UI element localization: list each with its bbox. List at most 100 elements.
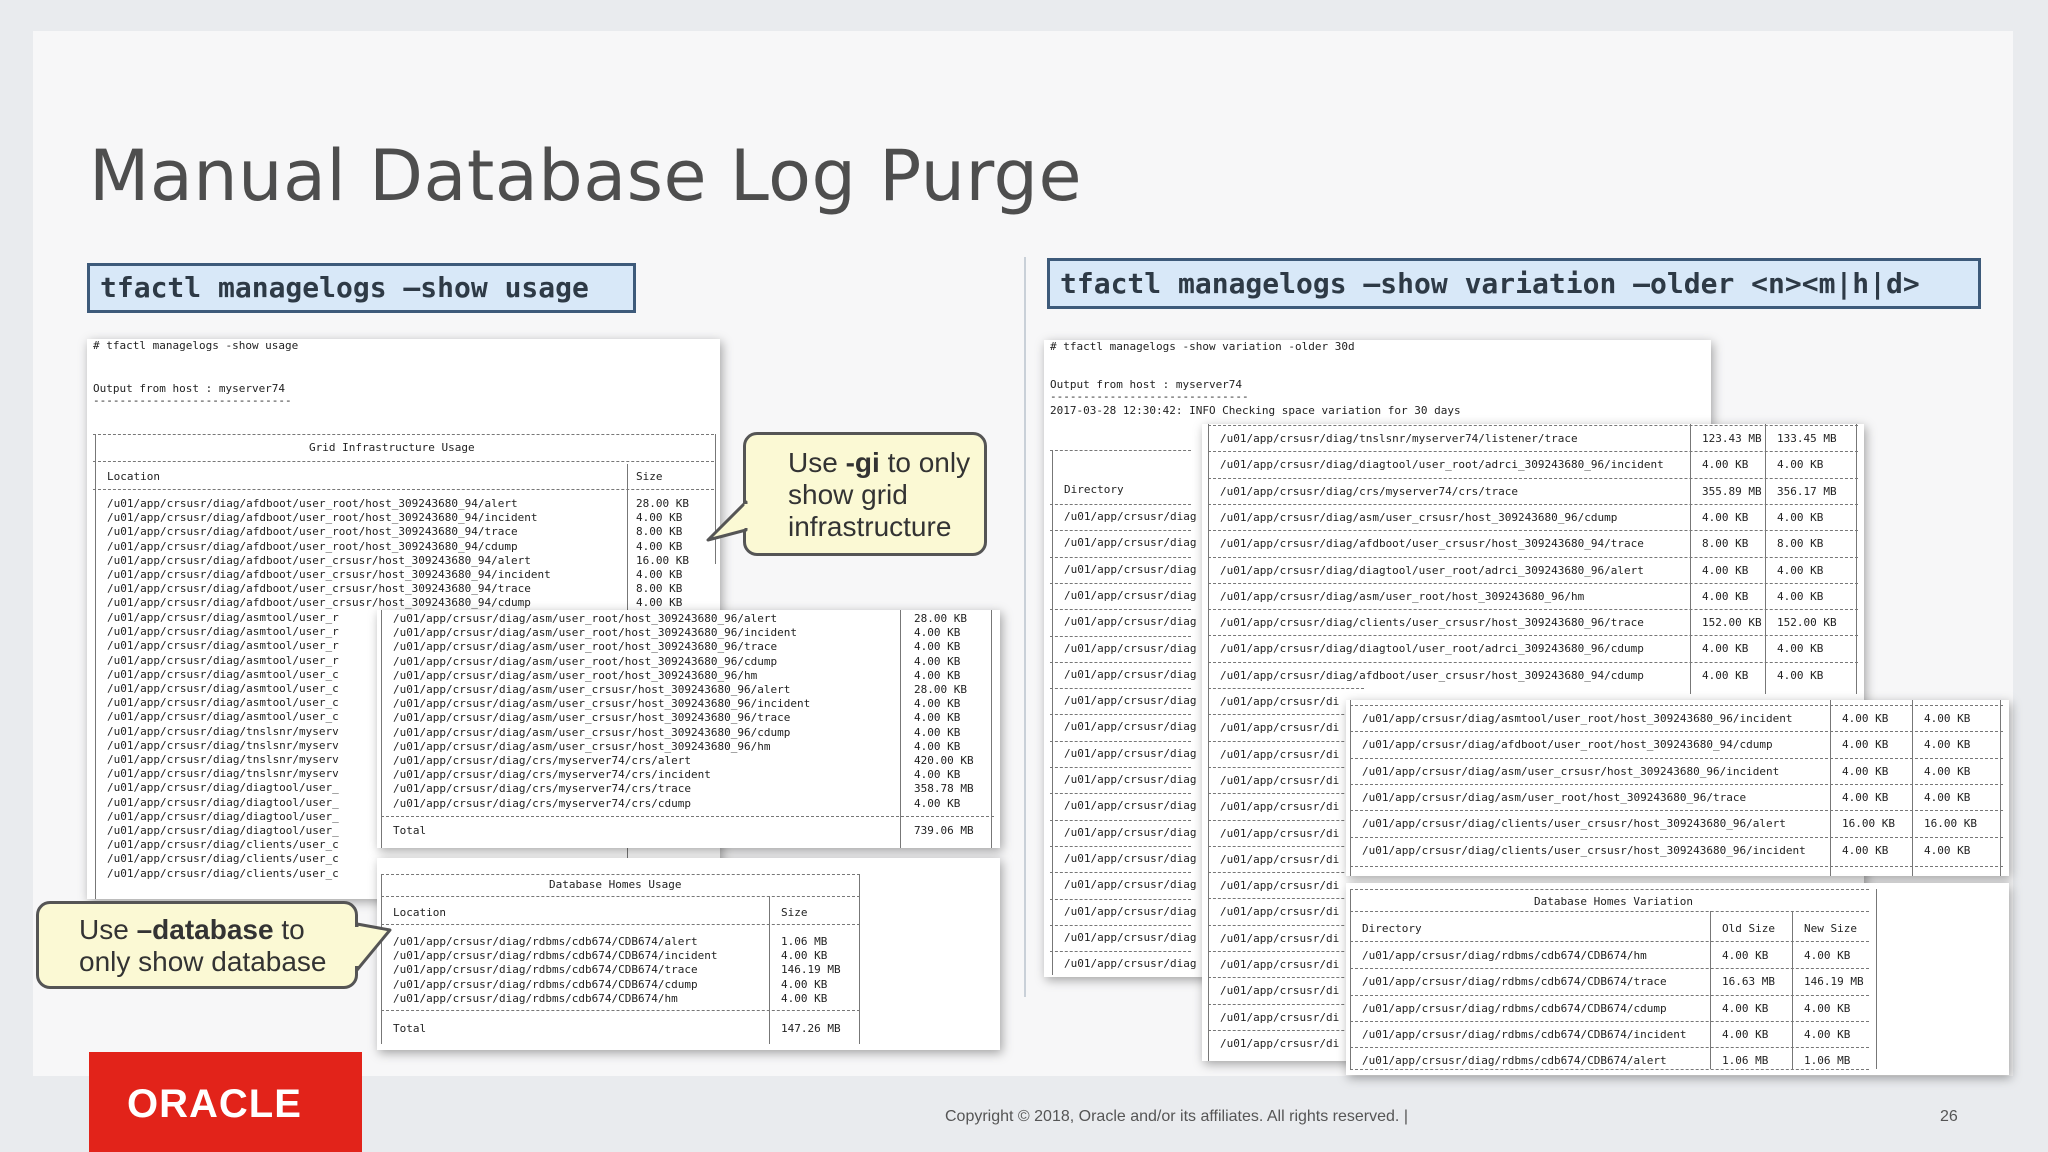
callout-gi-option: Use -gi to only show grid infrastructure [743,432,987,556]
table-rule [1208,582,1858,584]
column-location: Location [107,470,160,483]
table-row-path-truncated: /u01/app/crsusr/diag [1064,904,1197,918]
table-row-old-size: 4.00 KB [1702,563,1749,577]
table-row-old-size: 123.43 MB [1702,432,1762,445]
table-rule [1208,556,1858,558]
table-rule [1208,477,1858,479]
callout-db-flag: –database [136,914,274,945]
table-row-size: 4.00 KB [781,991,828,1005]
table-row-path: /u01/app/crsusr/diag/rdbms/cdb674/CDB674… [1362,1027,1687,1041]
table-row-path-truncated: /u01/app/crsusr/di [1220,879,1340,893]
table-row-path-truncated: /u01/app/crsusr/di [1220,1010,1340,1024]
table-rule [1350,941,1869,942]
table-column-separator [1830,700,1831,876]
table-row-path: /u01/app/crsusr/diag/afdboot/user_root/h… [107,525,518,539]
table-rule [1350,1020,1869,1022]
table-row-path: /u01/app/crsusr/diag/asm/user_crsusr/hos… [393,725,791,739]
table-row-size: 4.00 KB [914,640,961,654]
table-row-path: /u01/app/crsusr/diag/asm/user_crsusr/hos… [393,697,811,711]
table-row-new-size: 4.00 KB [1924,712,1971,725]
table-row-path: /u01/app/crsusr/diag/afdboot/user_root/h… [107,539,518,553]
total-label: Total [393,1022,427,1035]
table-rule [1208,924,1364,926]
table-rule [1050,924,1191,926]
table-column-separator [991,610,992,848]
table-row-path-truncated: /u01/app/crsusr/diag [1064,878,1197,892]
table-rule [1050,767,1191,768]
table-row-path-truncated: /u01/app/crsusr/di [1220,931,1340,945]
table-row-size: 4.00 KB [636,511,683,525]
table-column-separator [1690,424,1691,694]
table-row-new-size: 146.19 MB [1804,975,1864,989]
table-row-path-truncated: /u01/app/crsusr/di [1220,773,1340,787]
table-row-path-truncated: /u01/app/crsusr/di [1220,958,1340,971]
table-rule [1350,705,2003,706]
table-row-path: /u01/app/crsusr/diag/afdboot/user_crsusr… [1220,537,1644,551]
command-line: # tfactl managelogs -show variation -old… [1050,340,1355,353]
total-value: 147.26 MB [781,1022,841,1035]
table-row-path-truncated: /u01/app/crsusr/di [1220,852,1340,866]
callout-database-option: Use –database to only show database [36,901,358,989]
table-row-path-truncated: /u01/app/crsusr/diag/diagtool/user_ [107,824,339,837]
table-row-path: /u01/app/crsusr/diag/afdboot/user_crsusr… [107,596,531,610]
table-rule [1208,793,1364,795]
table-row-path: /u01/app/crsusr/diag/asm/user_crsusr/hos… [393,711,791,725]
table-column-separator [1856,424,1857,694]
table-row-old-size: 4.00 KB [1842,764,1889,778]
table-row-path: /u01/app/crsusr/diag/rdbms/cdb674/CDB674… [393,977,698,991]
table-row-size: 146.19 MB [781,963,841,977]
table-rule [1350,1069,1869,1070]
table-row-old-size: 4.00 KB [1722,1001,1769,1015]
table-row-path: /u01/app/crsusr/diag/rdbms/cdb674/CDB674… [393,963,698,977]
table-row-new-size: 4.00 KB [1924,738,1971,752]
table-row-size: 4.00 KB [914,711,961,725]
table-row-path: /u01/app/crsusr/diag/diagtool/user_root/… [1220,458,1664,472]
table-row-path-truncated: /u01/app/crsusr/diag/diagtool/user_ [107,809,339,823]
table-row-path-truncated: /u01/app/crsusr/diag/asmtool/user_r [107,653,339,667]
table-row-old-size: 4.00 KB [1702,642,1749,656]
table-row-path-truncated: /u01/app/crsusr/diag [1064,773,1197,786]
table-row-old-size: 8.00 KB [1702,537,1749,551]
table-column-separator [1208,424,1209,1061]
table-row-path: /u01/app/crsusr/diag/diagtool/user_root/… [1220,642,1644,656]
table-row-old-size: 4.00 KB [1842,790,1889,804]
table-row-old-size: 4.00 KB [1702,510,1749,524]
table-row-path: /u01/app/crsusr/diag/clients/user_crsusr… [1362,817,1786,831]
table-row-path-truncated: /u01/app/crsusr/diag [1064,746,1197,760]
table-row-old-size: 355.89 MB [1702,484,1762,498]
table-rule [1208,688,1364,689]
table-column-separator [1350,889,1351,1069]
table-row-new-size: 4.00 KB [1777,642,1824,656]
table-row-size: 4.00 KB [636,539,683,553]
table-rule [1208,1003,1364,1005]
table-rule [1050,845,1191,847]
total-label: Total [393,824,427,837]
oracle-logo: ORACLE [89,1052,362,1152]
table-rule [1050,530,1191,532]
table-rule [1208,819,1364,821]
table-row-path-truncated: /u01/app/crsusr/di [1220,1036,1340,1050]
total-value: 739.06 MB [914,824,974,837]
callout-gi-text-pre: Use [788,447,846,478]
table-row-size: 4.00 KB [914,796,961,810]
table-row-new-size: 8.00 KB [1777,537,1824,551]
table-row-path: /u01/app/crsusr/diag/rdbms/cdb674/CDB674… [1362,1054,1667,1068]
table-row-path: /u01/app/crsusr/diag/rdbms/cdb674/CDB674… [393,949,718,963]
db-usage-title: Database Homes Usage [549,878,682,891]
host-underline: ------------------------------ [93,394,292,407]
table-row-new-size: 152.00 KB [1777,616,1837,630]
callout-db-text-pre: Use [79,914,137,945]
table-row-new-size: 4.00 KB [1777,589,1824,603]
table-column-separator [900,610,901,848]
table-row-path: /u01/app/crsusr/diag/rdbms/cdb674/CDB674… [1362,1001,1667,1015]
table-row-path: /u01/app/crsusr/diag/tnslsnr/myserver74/… [1220,432,1578,445]
table-rule [1350,1047,1869,1049]
gi-usage-title: Grid Infrastructure Usage [309,441,475,454]
table-rule [1350,783,2003,785]
table-row-old-size: 4.00 KB [1702,668,1749,682]
table-row-size: 4.00 KB [914,654,961,668]
table-row-path-truncated: /u01/app/crsusr/diag/asmtool/user_c [107,682,339,695]
table-row-path-truncated: /u01/app/crsusr/diag [1064,825,1197,839]
table-row-old-size: 16.00 KB [1842,817,1895,831]
column-new-size: New Size [1804,922,1857,935]
